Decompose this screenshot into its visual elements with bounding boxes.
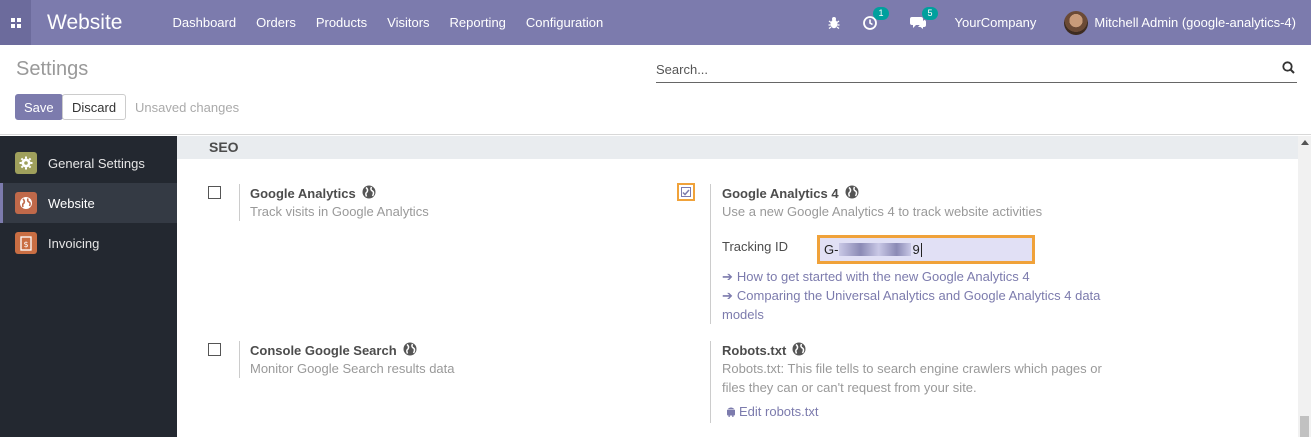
debug-bug-icon[interactable] — [828, 16, 840, 29]
robots-description-line: files they can or can't request from you… — [722, 380, 977, 395]
robots-description: Robots.txt: This file tells to search en… — [722, 359, 1102, 397]
activity-clock-icon[interactable]: 1 — [862, 6, 889, 30]
search-input[interactable] — [656, 59, 1256, 79]
scroll-up-arrow-icon[interactable] — [1301, 140, 1309, 145]
divider — [710, 184, 711, 324]
avatar — [1064, 10, 1089, 35]
robots-title: Robots.txt — [722, 342, 806, 359]
arrow-right-icon: ➔ — [722, 269, 733, 284]
edit-robots-link[interactable]: Edit robots.txt — [726, 402, 818, 422]
link-get-started-ga4[interactable]: ➔ How to get started with the new Google … — [722, 267, 1030, 286]
save-button[interactable]: Save — [15, 94, 63, 120]
sidebar-item-general-settings[interactable]: General Settings — [0, 143, 177, 183]
menu-dashboard[interactable]: Dashboard — [162, 0, 246, 45]
systray: 1 5 YourCompany Mitchell Admin (google-a… — [819, 0, 1311, 45]
discard-button[interactable]: Discard — [62, 94, 127, 120]
check-icon — [681, 187, 691, 197]
menu-orders[interactable]: Orders — [246, 0, 306, 45]
page-title: Settings — [16, 58, 89, 80]
sidebar-item-label: Invoicing — [48, 235, 100, 251]
sidebar-item-website[interactable]: Website — [0, 183, 177, 223]
tracking-id-label: Tracking ID — [722, 239, 788, 254]
google-analytics-checkbox[interactable] — [208, 186, 221, 199]
globe-icon — [362, 185, 376, 202]
tracking-id-suffix: 9 — [912, 242, 920, 257]
app-name[interactable]: Website — [47, 11, 122, 35]
control-panel: Settings Save Discard Unsaved changes — [0, 45, 1311, 135]
google-analytics-title-text: Google Analytics — [250, 186, 356, 201]
tracking-id-prefix: G- — [824, 242, 839, 257]
google-analytics-title: Google Analytics — [250, 185, 376, 202]
menu-products[interactable]: Products — [306, 0, 377, 45]
sidebar-item-label: Website — [48, 195, 95, 211]
globe-icon — [15, 192, 37, 214]
console-google-search-title-text: Console Google Search — [250, 343, 397, 358]
console-google-search-checkbox[interactable] — [208, 343, 221, 356]
link-compare-ua-ga4[interactable]: ➔ Comparing the Universal Analytics and G… — [722, 286, 1100, 324]
google-analytics-4-title: Google Analytics 4 — [722, 185, 859, 202]
search-icon[interactable] — [1282, 61, 1295, 77]
settings-sidebar: General Settings Website $ Invoicing — [0, 136, 177, 437]
google-analytics-4-title-text: Google Analytics 4 — [722, 186, 839, 201]
tracking-id-input[interactable]: G- 9 — [817, 235, 1035, 264]
link-text: models — [722, 307, 764, 322]
google-analytics-4-description: Use a new Google Analytics 4 to track we… — [722, 204, 1043, 219]
apps-grid-icon — [10, 17, 21, 28]
google-analytics-description: Track visits in Google Analytics — [250, 204, 429, 219]
search-bar — [656, 59, 1297, 83]
top-navbar: Website Dashboard Orders Products Visito… — [0, 0, 1311, 45]
redacted-value — [839, 243, 912, 256]
menu-configuration[interactable]: Configuration — [516, 0, 613, 45]
divider — [710, 341, 711, 423]
link-text: Edit robots.txt — [739, 404, 819, 419]
divider — [239, 184, 240, 221]
text-cursor — [920, 242, 922, 257]
sidebar-item-label: General Settings — [48, 155, 145, 171]
user-menu[interactable]: Mitchell Admin (google-analytics-4) — [1064, 10, 1296, 35]
settings-content: SEO Google Analytics Track visits in Goo… — [177, 136, 1298, 437]
section-title-seo: SEO — [177, 136, 1298, 159]
globe-icon — [792, 342, 806, 359]
company-switcher[interactable]: YourCompany — [955, 15, 1037, 30]
svg-text:$: $ — [23, 240, 28, 249]
google-analytics-4-checkbox[interactable] — [677, 183, 695, 201]
messages-chat-icon[interactable]: 5 — [909, 6, 938, 30]
gear-icon — [15, 152, 37, 174]
console-google-search-description: Monitor Google Search results data — [250, 361, 455, 376]
menu-reporting[interactable]: Reporting — [440, 0, 516, 45]
robots-title-text: Robots.txt — [722, 343, 787, 358]
divider — [239, 341, 240, 378]
globe-icon — [403, 342, 417, 359]
link-text: Comparing the Universal Analytics and Go… — [736, 288, 1101, 303]
unsaved-status: Unsaved changes — [135, 100, 240, 115]
android-icon — [726, 403, 736, 422]
link-text: How to get started with the new Google A… — [736, 269, 1030, 284]
arrow-right-icon: ➔ — [722, 288, 733, 303]
messages-badge: 5 — [922, 6, 938, 20]
apps-menu-button[interactable] — [0, 0, 31, 45]
globe-icon — [845, 185, 859, 202]
content-scrollbar[interactable] — [1298, 136, 1311, 437]
invoice-icon: $ — [15, 232, 37, 254]
main-menu: Dashboard Orders Products Visitors Repor… — [162, 0, 613, 45]
console-google-search-title: Console Google Search — [250, 342, 417, 359]
menu-visitors[interactable]: Visitors — [377, 0, 439, 45]
activity-badge: 1 — [873, 6, 889, 20]
sidebar-item-invoicing[interactable]: $ Invoicing — [0, 223, 177, 263]
user-name: Mitchell Admin (google-analytics-4) — [1094, 15, 1296, 30]
robots-description-line: Robots.txt: This file tells to search en… — [722, 361, 1102, 376]
scroll-thumb[interactable] — [1300, 416, 1309, 437]
